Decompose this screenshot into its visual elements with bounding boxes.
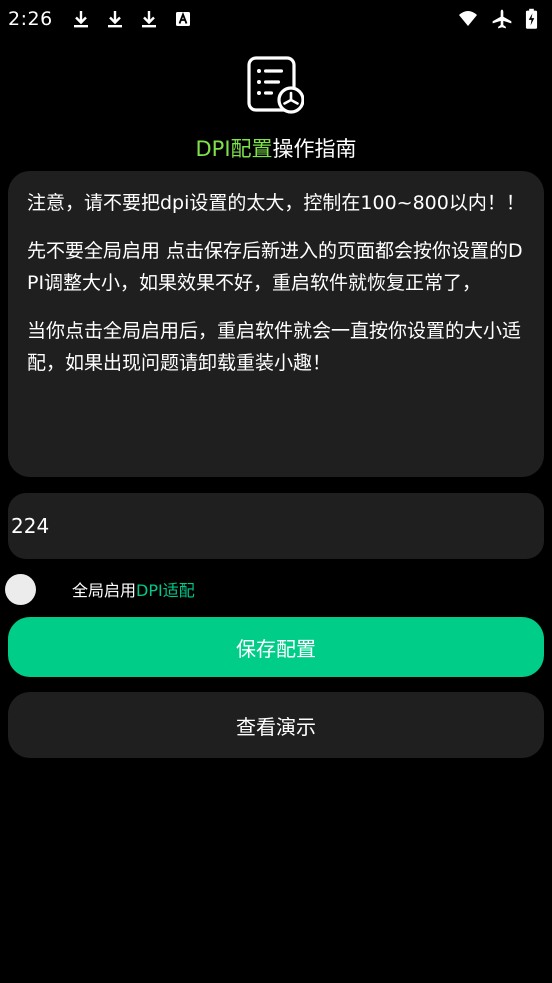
wifi-icon	[459, 10, 477, 26]
notice-card: 注意，请不要把dpi设置的太大，控制在100~800以内！！ 先不要全局启用 点…	[8, 171, 544, 477]
global-dpi-toggle[interactable]	[5, 573, 36, 605]
dpi-input[interactable]	[8, 493, 544, 559]
toggle-label-accent: DPI适配	[136, 581, 195, 600]
toggle-label-prefix: 全局启用	[72, 581, 137, 600]
global-dpi-toggle-row[interactable]: 全局启用DPI适配	[5, 572, 545, 606]
status-bar: 2:26	[0, 0, 552, 37]
page-title: DPI配置操作指南	[0, 134, 552, 164]
system-icons	[457, 8, 538, 30]
battery-charging-icon	[525, 8, 538, 29]
download-icon	[107, 10, 122, 27]
view-demo-button[interactable]: 查看演示	[8, 692, 544, 758]
airplane-mode-icon	[492, 9, 512, 28]
save-config-button[interactable]: 保存配置	[8, 617, 544, 677]
download-icon	[141, 10, 156, 27]
notice-paragraph: 注意，请不要把dpi设置的太大，控制在100~800以内！！	[27, 192, 525, 214]
notice-paragraph: 先不要全局启用 点击保存后新进入的页面都会按你设置的DPI调整大小，如果效果不好…	[27, 240, 523, 294]
accessibility-a-icon	[175, 11, 190, 26]
global-dpi-toggle-label: 全局启用DPI适配	[72, 577, 195, 601]
download-icon	[73, 10, 88, 27]
notification-icons	[71, 9, 193, 29]
title-accent: DPI配置	[195, 137, 273, 161]
status-time: 2:26	[8, 7, 53, 30]
document-settings-icon	[247, 56, 304, 114]
title-rest: 操作指南	[272, 137, 357, 161]
notice-paragraph: 当你点击全局启用后，重启软件就会一直按你设置的大小适配，如果出现问题请卸载重装小…	[27, 320, 522, 374]
